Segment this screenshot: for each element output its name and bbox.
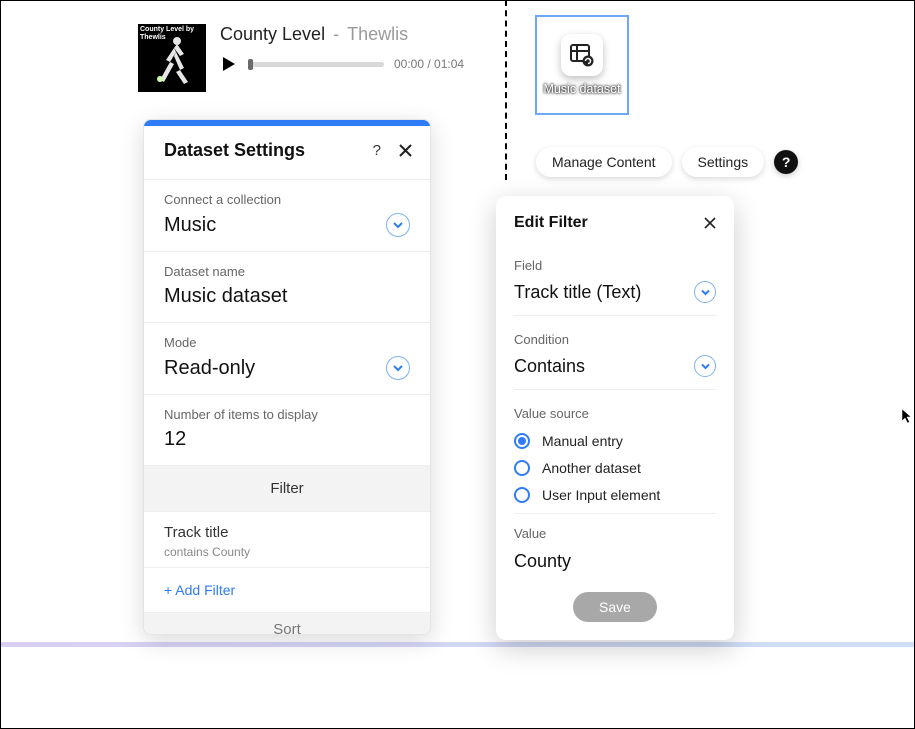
- add-filter-button[interactable]: + Add Filter: [144, 567, 430, 612]
- condition-group: Condition Contains: [496, 322, 734, 396]
- selected-element-label: Music dataset: [543, 82, 620, 96]
- value-input[interactable]: County: [514, 549, 716, 572]
- dataset-name-value[interactable]: Music dataset: [164, 285, 410, 308]
- mode-section: Mode Read-only: [144, 322, 430, 394]
- separator: -: [333, 24, 339, 45]
- filter-item[interactable]: Track title contains County: [144, 511, 430, 567]
- album-cover: County Level by Thewlis: [138, 24, 206, 92]
- condition-label: Condition: [514, 332, 716, 347]
- radio-option[interactable]: Manual entry: [514, 433, 716, 449]
- field-value: Track title (Text): [514, 282, 641, 303]
- mode-value: Read-only: [164, 357, 255, 380]
- value-label: Value: [514, 526, 716, 541]
- track-title: County Level: [220, 24, 325, 45]
- dataset-name-section: Dataset name Music dataset: [144, 251, 430, 322]
- collection-value: Music: [164, 214, 216, 237]
- dataset-icon: [561, 34, 603, 76]
- radio-icon: [514, 487, 530, 503]
- edit-filter-panel: Edit Filter Field Track title (Text) Con…: [496, 196, 734, 640]
- dataset-name-label: Dataset name: [164, 264, 410, 279]
- timestamp: 00:00 / 01:04: [394, 57, 464, 71]
- field-select[interactable]: Track title (Text): [514, 281, 716, 316]
- items-count-section: Number of items to display 12: [144, 394, 430, 465]
- radio-icon: [514, 460, 530, 476]
- condition-value: Contains: [514, 356, 585, 377]
- items-count-value[interactable]: 12: [164, 428, 410, 451]
- canvas-border: [0, 0, 915, 729]
- radio-label: User Input element: [542, 487, 660, 503]
- chevron-down-icon: [694, 281, 716, 303]
- track-artist: Thewlis: [347, 24, 408, 45]
- radio-option[interactable]: Another dataset: [514, 460, 716, 476]
- help-button[interactable]: ?: [774, 150, 798, 174]
- mode-select[interactable]: Read-only: [164, 356, 410, 380]
- filter-section-header: Filter: [144, 465, 430, 511]
- player-info: County Level - Thewlis 00:00 / 01:04: [220, 24, 464, 73]
- radio-icon: [514, 433, 530, 449]
- help-icon[interactable]: ?: [373, 142, 381, 159]
- filter-item-description: contains County: [164, 545, 410, 559]
- panel-title: Dataset Settings: [164, 140, 305, 161]
- audio-player: County Level by Thewlis County Level - T…: [138, 24, 464, 92]
- value-source-group: Value source Manual entry Another dataset…: [496, 396, 734, 520]
- album-cover-art: [154, 34, 194, 84]
- cursor-icon: [901, 408, 913, 429]
- chevron-down-icon: [694, 355, 716, 377]
- selected-element[interactable]: Music dataset: [535, 15, 629, 115]
- dataset-settings-panel: Dataset Settings ? Connect a collection …: [143, 119, 431, 635]
- play-icon[interactable]: [220, 55, 238, 73]
- progress-bar[interactable]: [248, 62, 384, 67]
- manage-content-button[interactable]: Manage Content: [536, 147, 672, 177]
- items-count-label: Number of items to display: [164, 407, 410, 422]
- value-source-label: Value source: [514, 406, 716, 421]
- sort-section-header: Sort: [144, 612, 430, 634]
- chevron-down-icon: [386, 356, 410, 380]
- save-button[interactable]: Save: [573, 592, 657, 622]
- value-group: Value County: [496, 520, 734, 578]
- collection-select[interactable]: Music: [164, 213, 410, 237]
- radio-label: Another dataset: [542, 460, 641, 476]
- mode-label: Mode: [164, 335, 410, 350]
- radio-label: Manual entry: [542, 433, 623, 449]
- close-icon[interactable]: [704, 217, 716, 229]
- condition-select[interactable]: Contains: [514, 355, 716, 390]
- collection-label: Connect a collection: [164, 192, 410, 207]
- divider-horizontal: [1, 642, 914, 647]
- field-group: Field Track title (Text): [496, 248, 734, 322]
- divider-vertical: [505, 0, 507, 180]
- radio-option[interactable]: User Input element: [514, 487, 716, 503]
- collection-section: Connect a collection Music: [144, 179, 430, 251]
- settings-button[interactable]: Settings: [682, 147, 765, 177]
- field-label: Field: [514, 258, 716, 273]
- edit-filter-title: Edit Filter: [514, 214, 588, 232]
- filter-item-title: Track title: [164, 524, 410, 541]
- element-toolbar: Manage Content Settings ?: [536, 147, 798, 177]
- chevron-down-icon: [386, 213, 410, 237]
- close-icon[interactable]: [399, 144, 412, 157]
